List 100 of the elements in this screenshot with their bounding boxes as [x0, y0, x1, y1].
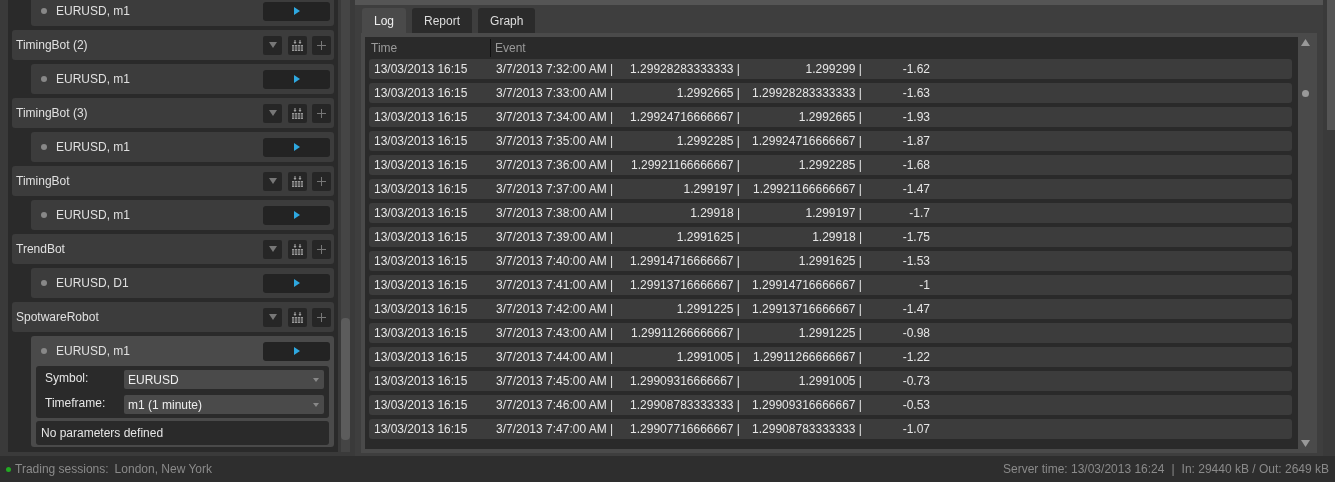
- time-cell-text: 13/03/2013 16:15: [374, 85, 469, 102]
- play-button[interactable]: [263, 137, 330, 157]
- event-field: 1.2991625 |: [618, 228, 740, 246]
- dropdown-button[interactable]: [263, 171, 282, 191]
- time-cell-text: 13/03/2013 16:15: [374, 61, 469, 78]
- event-field: 1.29911266666667 |: [618, 324, 740, 342]
- column-header[interactable]: Event: [491, 39, 526, 57]
- status-dot-icon: [41, 348, 47, 354]
- scrollbar[interactable]: [341, 0, 350, 452]
- tab[interactable]: Report: [412, 8, 473, 33]
- plus-icon: [317, 312, 326, 322]
- event-field: -1.47: [862, 300, 930, 318]
- scroll-thumb-icon[interactable]: [1302, 89, 1309, 97]
- event-field: 1.299197 |: [740, 204, 862, 222]
- dropdown-button[interactable]: [263, 239, 282, 259]
- event-field: -1.62: [862, 60, 930, 78]
- instances-button[interactable]: [288, 103, 307, 123]
- event-field: -0.73: [862, 372, 930, 390]
- play-icon: [293, 7, 300, 15]
- event-field: 3/7/2013 7:47:00 AM |: [496, 420, 618, 438]
- add-button[interactable]: [312, 307, 331, 327]
- up-arrow-icon[interactable]: [1301, 39, 1310, 46]
- event-field: 3/7/2013 7:43:00 AM |: [496, 324, 618, 342]
- event-field: 1.29909316666667 |: [740, 396, 862, 414]
- setting-label: Symbol:: [44, 370, 90, 387]
- event-field: -1.22: [862, 348, 930, 366]
- sessions-value: London, New York: [114, 461, 212, 478]
- time-cell-text: 13/03/2013 16:15: [374, 325, 469, 342]
- play-button[interactable]: [263, 205, 330, 225]
- time-cell-text: 13/03/2013 16:15: [374, 181, 469, 198]
- select-field[interactable]: m1 (1 minute): [124, 395, 324, 414]
- add-button[interactable]: [312, 35, 331, 55]
- event-field: 1.29907716666667 |: [618, 420, 740, 438]
- time-cell-text: 13/03/2013 16:15: [374, 277, 469, 294]
- select-field[interactable]: EURUSD: [124, 370, 324, 389]
- play-button[interactable]: [263, 273, 330, 293]
- event-field: 1.2991005 |: [740, 372, 862, 390]
- event-field: 1.299299 |: [740, 60, 862, 78]
- event-field: 1.2991225 |: [740, 324, 862, 342]
- add-button[interactable]: [312, 103, 331, 123]
- instances-button[interactable]: [288, 35, 307, 55]
- plus-icon: [317, 244, 326, 254]
- event-field: -0.98: [862, 324, 930, 342]
- dropdown-button[interactable]: [263, 307, 282, 327]
- event-field: 1.29911266666667 |: [740, 348, 862, 366]
- caret-icon: [268, 42, 277, 48]
- down-arrow-icon[interactable]: [1301, 440, 1310, 447]
- dropdown-button[interactable]: [263, 35, 282, 55]
- event-field: -1.53: [862, 252, 930, 270]
- dropdown-button[interactable]: [263, 103, 282, 123]
- tab[interactable]: Graph: [478, 8, 536, 33]
- add-button[interactable]: [312, 171, 331, 191]
- event-field: -1.93: [862, 108, 930, 126]
- robot-name: TrendBot: [16, 241, 66, 258]
- play-button[interactable]: [263, 341, 330, 361]
- time-cell-text: 13/03/2013 16:15: [374, 109, 469, 126]
- time-cell-text: 13/03/2013 16:15: [374, 421, 469, 438]
- play-button[interactable]: [263, 1, 330, 21]
- event-field: 1.29908783333333 |: [618, 396, 740, 414]
- event-field: 1.29918 |: [740, 228, 862, 246]
- add-button[interactable]: [312, 239, 331, 259]
- instances-button[interactable]: [288, 239, 307, 259]
- time-cell-text: 13/03/2013 16:15: [374, 229, 469, 246]
- event-field: 1.2991005 |: [618, 348, 740, 366]
- grid-icon: [292, 175, 303, 187]
- status-dot-icon: [41, 144, 47, 150]
- event-field: 3/7/2013 7:39:00 AM |: [496, 228, 618, 246]
- time-cell-text: 13/03/2013 16:15: [374, 397, 469, 414]
- event-field: -0.53: [862, 396, 930, 414]
- event-field: 1.2992665 |: [740, 108, 862, 126]
- column-header[interactable]: Time: [365, 39, 491, 57]
- play-button[interactable]: [263, 69, 330, 89]
- event-field: -1.47: [862, 180, 930, 198]
- event-field: 1.2992285 |: [618, 132, 740, 150]
- status-dot-icon: [6, 466, 11, 472]
- setting-label: Timeframe:: [44, 395, 107, 412]
- grid-icon: [292, 107, 303, 119]
- instances-button[interactable]: [288, 171, 307, 191]
- play-icon: [293, 143, 300, 151]
- event-field: 1.29914716666667 |: [740, 276, 862, 294]
- play-icon: [293, 75, 300, 83]
- parameters-note: No parameters defined: [36, 421, 329, 445]
- caret-icon: [268, 246, 277, 252]
- caret-icon: [313, 377, 319, 382]
- tab[interactable]: Log: [362, 8, 407, 33]
- plus-icon: [317, 108, 326, 118]
- grid-icon: [292, 243, 303, 255]
- plus-icon: [317, 176, 326, 186]
- event-field: 3/7/2013 7:44:00 AM |: [496, 348, 618, 366]
- play-icon: [293, 211, 300, 219]
- event-field: 1.2992285 |: [740, 156, 862, 174]
- event-field: 3/7/2013 7:32:00 AM |: [496, 60, 618, 78]
- caret-icon: [313, 402, 319, 407]
- event-field: -1.07: [862, 420, 930, 438]
- event-field: 1.29913716666667 |: [618, 276, 740, 294]
- event-field: -1.75: [862, 228, 930, 246]
- event-field: 1.29909316666667 |: [618, 372, 740, 390]
- status-dot-icon: [41, 8, 47, 14]
- instances-button[interactable]: [288, 307, 307, 327]
- instance-label: EURUSD, m1: [56, 343, 131, 360]
